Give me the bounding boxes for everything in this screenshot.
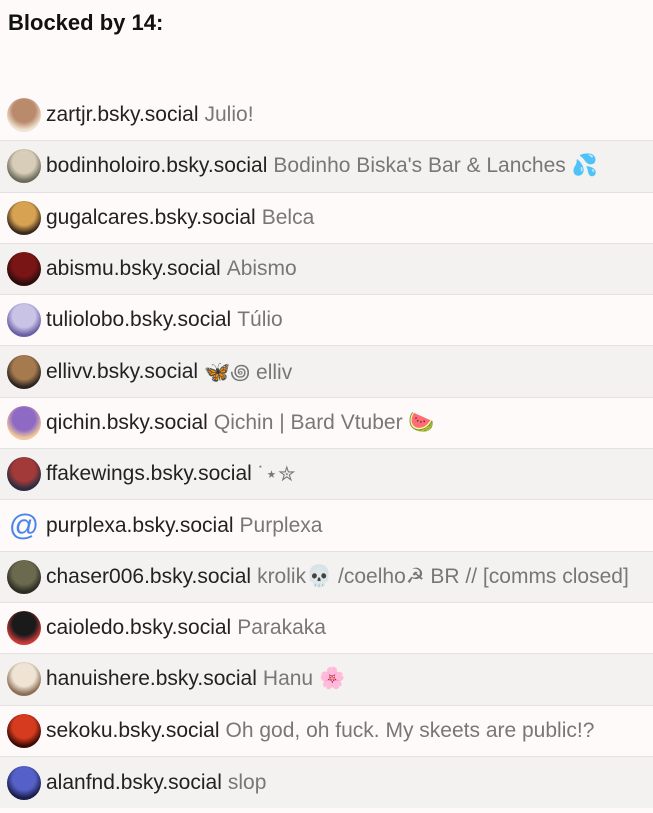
account-display-name: Hanu 🌸 xyxy=(262,667,346,691)
account-display-name: Belca xyxy=(261,205,315,229)
blocked-by-list: zartjr.bsky.social Julio! bodinholoiro.bsk… xyxy=(0,90,653,809)
account-row[interactable]: @ purplexa.bsky.social Purplexa xyxy=(0,500,653,552)
account-row[interactable]: bodinholoiro.bsky.social Bodinho Biska's … xyxy=(0,141,653,193)
avatar[interactable] xyxy=(7,354,41,389)
account-row[interactable]: ellivv.bsky.social 🦋꩜ elliv xyxy=(0,346,653,398)
account-display-name: krolik💀 /coelho☭ BR // [comms closed] xyxy=(257,565,629,589)
account-display-name: Túlio xyxy=(237,308,283,332)
account-handle[interactable]: alanfnd.bsky.social xyxy=(46,771,222,795)
page-title: Blocked by 14: xyxy=(8,10,164,35)
avatar[interactable] xyxy=(7,457,41,492)
avatar[interactable] xyxy=(7,765,41,800)
account-display-name: Oh god, oh fuck. My skeets are public!? xyxy=(225,718,595,742)
account-display-name: Parakaka xyxy=(237,616,326,640)
account-row[interactable]: sekoku.bsky.social Oh god, oh fuck. My sk… xyxy=(0,706,653,757)
account-handle[interactable]: gugalcares.bsky.social xyxy=(46,206,256,230)
account-display-name: Julio! xyxy=(204,103,254,127)
account-display-name: 🦋꩜ elliv xyxy=(204,360,293,384)
avatar[interactable] xyxy=(7,559,41,594)
avatar[interactable] xyxy=(7,252,41,287)
account-display-name: Bodinho Biska's Bar & Lanches 💦 xyxy=(273,154,598,178)
account-handle[interactable]: ellivv.bsky.social xyxy=(46,360,198,384)
account-row[interactable]: chaser006.bsky.social krolik💀 /coelho☭ BR… xyxy=(0,551,653,603)
avatar[interactable] xyxy=(7,200,41,235)
account-row[interactable]: tuliolobo.bsky.social Túlio xyxy=(0,295,653,347)
account-handle[interactable]: caioledo.bsky.social xyxy=(46,616,231,640)
avatar[interactable] xyxy=(7,149,41,184)
avatar[interactable] xyxy=(7,662,41,697)
avatar[interactable] xyxy=(7,98,41,133)
account-handle[interactable]: hanuishere.bsky.social xyxy=(46,667,257,691)
account-handle[interactable]: qichin.bsky.social xyxy=(46,411,208,435)
account-handle[interactable]: zartjr.bsky.social xyxy=(46,103,199,127)
account-row[interactable]: abismu.bsky.social Abismo xyxy=(0,243,653,296)
at-sign-icon[interactable]: @ xyxy=(7,509,41,543)
account-handle[interactable]: tuliolobo.bsky.social xyxy=(46,308,231,332)
account-row[interactable]: hanuishere.bsky.social Hanu 🌸 xyxy=(0,654,653,706)
account-row[interactable]: caioledo.bsky.social Parakaka xyxy=(0,603,653,655)
account-row[interactable]: alanfnd.bsky.social slop xyxy=(0,756,653,809)
account-row[interactable]: qichin.bsky.social Qichin | Bard Vtuber 🍉 xyxy=(0,398,653,450)
account-display-name: Abismo xyxy=(226,257,297,281)
account-row[interactable]: ffakewings.bsky.social ˙⋆✮ xyxy=(0,449,653,501)
avatar[interactable] xyxy=(7,713,41,748)
account-handle[interactable]: sekoku.bsky.social xyxy=(46,719,220,743)
avatar[interactable] xyxy=(7,303,41,338)
account-display-name: slop xyxy=(227,770,267,794)
account-display-name: Purplexa xyxy=(239,513,323,537)
account-handle[interactable]: purplexa.bsky.social xyxy=(46,514,234,538)
avatar[interactable] xyxy=(7,405,41,440)
account-row[interactable]: zartjr.bsky.social Julio! xyxy=(0,90,653,142)
account-handle[interactable]: ffakewings.bsky.social xyxy=(46,462,252,486)
account-handle[interactable]: bodinholoiro.bsky.social xyxy=(46,154,267,178)
account-display-name: Qichin | Bard Vtuber 🍉 xyxy=(213,410,435,434)
account-handle[interactable]: abismu.bsky.social xyxy=(46,257,221,281)
account-handle[interactable]: chaser006.bsky.social xyxy=(46,565,251,589)
avatar[interactable] xyxy=(7,611,41,646)
account-row[interactable]: gugalcares.bsky.social Belca xyxy=(0,193,653,244)
account-display-name: ˙⋆✮ xyxy=(257,462,296,486)
